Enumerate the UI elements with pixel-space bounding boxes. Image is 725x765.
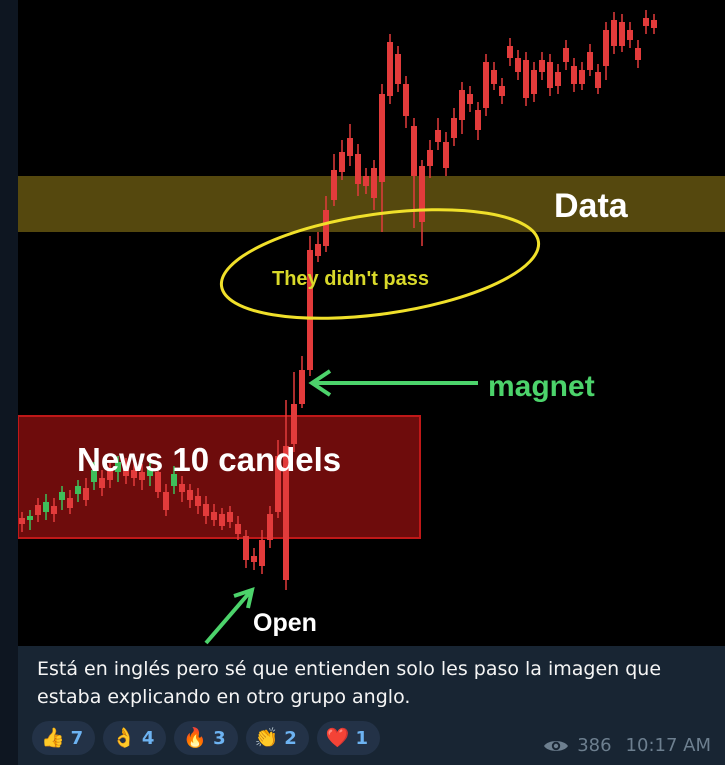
red-heart-icon: ❤️ [325,726,350,749]
candle-body [483,62,489,108]
candle-body [163,492,169,510]
reaction-thumbs-up[interactable]: 👍 7 [32,721,96,755]
reaction-count: 3 [213,727,226,749]
candle-body [499,86,505,96]
candle-body [419,166,425,222]
candle-body [507,46,513,58]
reaction-fire[interactable]: 🔥 3 [174,721,238,755]
candle-body [35,505,41,515]
candle-body [363,176,369,186]
candlestick-chart: Data News 10 candels They didn't pass ma… [18,0,725,646]
candle-body [219,514,225,526]
annotation-magnet: magnet [488,370,595,403]
candle-body [555,72,561,86]
candle-body [547,62,553,88]
candle-body [611,20,617,46]
candle-body [651,20,657,28]
reaction-count: 1 [355,727,369,749]
candle-body [619,22,625,46]
candle-body [643,18,649,26]
candle-body [459,90,465,120]
candle-body [443,142,449,168]
candle-body [235,524,241,534]
view-count: 386 [577,735,612,756]
reactions-bar: 👍 7 👌 4 🔥 3 👏 2 ❤️ 1 [32,721,381,755]
reaction-count: 2 [284,727,297,749]
candle-body [51,506,57,514]
clapping-hands-icon: 👏 [254,726,279,749]
candle-body [83,488,89,500]
candle-body [635,48,641,60]
candle-body [243,536,249,560]
candle-body [371,168,377,198]
candle-body [571,66,577,84]
candle-body [451,118,457,138]
candle-body [411,126,417,176]
reaction-ok-hand[interactable]: 👌 4 [103,721,167,755]
candle-body [579,70,585,84]
candle-body [603,30,609,66]
fire-icon: 🔥 [183,726,208,749]
candle-body [427,150,433,166]
candle-body [43,502,49,512]
candle-body [203,504,209,516]
annotation-open: Open [253,609,317,637]
candle-body [331,170,337,200]
candle-body [259,540,265,566]
candle-body [315,244,321,256]
annotation-they-didnt-pass: They didn't pass [272,268,429,290]
candle-body [595,72,601,88]
candle-body [299,370,305,404]
candle-body [195,496,201,506]
candle-body [435,130,441,142]
candle-body [323,210,329,246]
candle-body [475,110,481,130]
candle-body [179,484,185,492]
candle-body [187,490,193,500]
message-time: 10:17 AM [625,735,711,756]
message-meta: 386 10:17 AM [543,735,711,756]
reaction-red-heart[interactable]: ❤️ 1 [316,721,381,755]
candle-body [531,70,537,94]
thumbs-up-icon: 👍 [41,726,65,749]
candle-body [27,516,33,520]
candle-body [227,512,233,522]
candle-body [539,60,545,72]
candle-body [515,58,521,72]
candle-body [355,154,361,184]
candle-body [627,30,633,40]
candle-body [267,514,273,540]
reaction-clapping-hands[interactable]: 👏 2 [245,721,309,755]
news-zone-label: News 10 candels [77,441,341,478]
candle-body [403,84,409,116]
candle-body [339,152,345,172]
eye-icon [544,740,569,751]
candle-body [59,492,65,500]
candle-body [387,42,393,96]
candle-body [291,404,297,444]
data-zone-label: Data [554,187,629,225]
candle-body [75,486,81,494]
candle-body [523,60,529,98]
telegram-chat: Data News 10 candels They didn't pass ma… [0,0,725,765]
candle-body [491,70,497,84]
reaction-count: 7 [70,727,84,749]
message-text: Está en inglés pero sé que entienden sol… [37,658,662,708]
candle-body [379,94,385,182]
chat-background [0,0,18,765]
candle-body [347,138,353,156]
candle-body [395,54,401,84]
candle-body [19,518,25,524]
candle-body [99,478,105,488]
candle-body [67,498,73,508]
ok-hand-icon: 👌 [112,726,136,749]
candle-body [587,52,593,70]
candle-body [251,556,257,562]
chart-image[interactable]: Data News 10 candels They didn't pass ma… [18,0,725,646]
candle-body [211,512,217,520]
reaction-count: 4 [141,727,155,749]
candle-body [467,94,473,104]
candle-body [563,48,569,62]
